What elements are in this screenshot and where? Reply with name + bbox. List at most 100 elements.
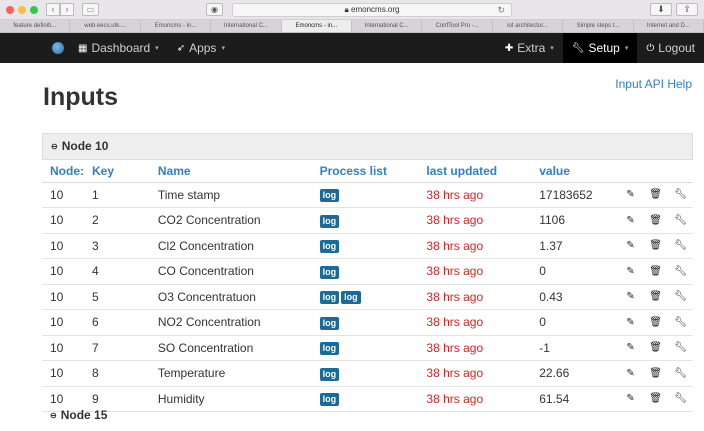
sidebar-toggle-icon[interactable]: ▭ [82,3,99,16]
wrench-icon[interactable]: 🔧︎ [668,284,693,310]
pencil-icon[interactable]: ✎ [618,360,644,387]
forward-icon[interactable]: › [60,3,74,16]
cell-last-updated: 38 hrs ago [418,386,532,412]
trash-icon[interactable]: 🗑︎ [643,360,669,387]
process-badge[interactable]: log [319,291,340,305]
address-bar[interactable]: 🔒︎ emoncms.org ↻ [232,2,512,17]
leaf-icon: ➶ [176,42,186,54]
process-badge[interactable]: log [319,240,340,254]
process-badge[interactable]: log [319,367,340,381]
wrench-icon[interactable]: 🔧︎ [668,335,693,361]
process-badge[interactable]: log [319,265,340,279]
trash-icon[interactable]: 🗑︎ [643,258,669,285]
wrench-icon[interactable]: 🔧︎ [668,233,693,259]
trash-icon[interactable]: 🗑︎ [643,335,669,361]
node-group-header[interactable]: ⊖ Node 15 [50,408,107,422]
cell-process-list: log [311,207,419,234]
trash-icon[interactable]: 🗑︎ [643,182,669,208]
wrench-icon[interactable]: 🔧︎ [668,309,693,336]
cell-last-updated: 38 hrs ago [418,309,532,336]
header-value[interactable]: value [531,160,619,183]
pencil-icon[interactable]: ✎ [618,309,644,336]
wrench-icon[interactable]: 🔧︎ [668,182,693,208]
cell-name: Cl2 Concentration [149,233,312,259]
pencil-icon[interactable]: ✎ [618,386,644,412]
process-badge[interactable]: log [319,342,340,356]
pencil-icon[interactable]: ✎ [618,335,644,361]
header-last-updated[interactable]: last updated [418,160,532,183]
pencil-icon[interactable]: ✎ [618,258,644,285]
trash-icon[interactable]: 🗑︎ [643,207,669,234]
process-badge[interactable]: log [319,214,340,228]
cell-process-list: log [311,233,419,259]
cell-key: 5 [84,284,150,310]
process-badge[interactable]: log [341,291,361,305]
grid-icon: ▦ [78,42,88,54]
table-row: 10 8 Temperature log 38 hrs ago 22.66 ✎ 🗑︎ 🔧︎ [42,360,693,387]
header-name[interactable]: Name [149,160,312,183]
table-row: 10 6 NO2 Concentration log 38 hrs ago 0 ✎ 🗑︎ 🔧︎ [42,309,693,336]
wrench-icon[interactable]: 🔧︎ [668,386,693,412]
collapse-icon[interactable]: ⊖ [50,411,57,420]
minimize-window-icon[interactable] [18,5,26,14]
cell-node: 10 [42,182,84,208]
nav-dashboard[interactable]: ▦ Dashboard ▾ [78,41,159,55]
emoncms-logo-icon[interactable] [52,42,64,54]
table-row: 10 5 O3 Concentratuon log log 38 hrs ago 0.43 ✎… [42,284,693,310]
wrench-icon[interactable]: 🔧︎ [668,360,693,387]
browser-tab[interactable]: web.eecs.utk.... [70,20,141,32]
cell-process-list: log log [311,284,419,310]
process-badge[interactable]: log [319,316,340,330]
collapse-icon[interactable]: ⊖ [51,142,58,151]
browser-tab[interactable]: ConfTool Pro -... [422,20,493,32]
wrench-icon[interactable]: 🔧︎ [668,258,693,285]
download-icon[interactable]: ⬇ [650,3,672,16]
privacy-icon[interactable]: ◉ [206,3,223,16]
share-icon[interactable]: ⇪ [676,3,698,16]
cell-value: -1 [531,335,619,361]
browser-tab-active[interactable]: Emoncms - in... [281,20,353,32]
browser-tab[interactable]: International C... [352,20,423,32]
browser-tab[interactable]: International C... [211,20,282,32]
browser-toolbar: ‹ › ▭ ◉ 🔒︎ emoncms.org ↻ ⬇ ⇪ [0,0,704,20]
input-api-help-link[interactable]: Input API Help [615,77,692,91]
trash-icon[interactable]: 🗑︎ [643,386,669,412]
header-process-list[interactable]: Process list [311,160,419,183]
nav-apps[interactable]: ➶ Apps ▾ [177,41,225,55]
back-icon[interactable]: ‹ [46,3,60,16]
nav-setup-label: Setup [588,41,620,55]
history-buttons: ‹ › [46,3,74,16]
process-badge[interactable]: log [319,189,340,203]
nav-logout[interactable]: ⏻ Logout [637,33,704,63]
table-row: 10 7 SO Concentration log 38 hrs ago -1 ✎ 🗑︎ 🔧︎ [42,335,693,361]
cell-node: 10 [42,284,84,310]
pencil-icon[interactable]: ✎ [618,207,644,234]
node-group-header[interactable]: ⊖ Node 10 [42,133,693,160]
cell-node: 10 [42,335,84,361]
wrench-icon[interactable]: 🔧︎ [668,207,693,234]
trash-icon[interactable]: 🗑︎ [643,233,669,259]
process-badge[interactable]: log [319,393,340,407]
cell-name: CO2 Concentration [149,207,312,234]
header-spacer [643,160,669,183]
maximize-window-icon[interactable] [30,5,38,14]
browser-tab[interactable]: Simple steps t... [563,20,634,32]
header-node[interactable]: Node: [42,160,84,183]
browser-tab[interactable]: Emoncms - in... [141,20,212,32]
browser-tab[interactable]: Internet and D... [634,20,704,32]
nav-extra[interactable]: ✚ Extra ▾ [496,33,563,63]
trash-icon[interactable]: 🗑︎ [643,309,669,336]
caret-down-icon: ▾ [550,45,554,52]
pencil-icon[interactable]: ✎ [618,284,644,310]
cell-process-list: log [311,258,419,285]
reload-icon[interactable]: ↻ [497,4,505,16]
inputs-table: Node: Key Name Process list last updated… [42,160,693,412]
nav-setup[interactable]: 🔧︎ Setup ▾ [562,33,638,63]
close-window-icon[interactable] [6,5,14,14]
pencil-icon[interactable]: ✎ [618,233,644,259]
browser-tab[interactable]: feature definiti... [0,20,71,32]
header-key[interactable]: Key [84,160,150,183]
pencil-icon[interactable]: ✎ [618,182,644,208]
trash-icon[interactable]: 🗑︎ [643,284,669,310]
browser-tab[interactable]: iot architectur... [493,20,564,32]
